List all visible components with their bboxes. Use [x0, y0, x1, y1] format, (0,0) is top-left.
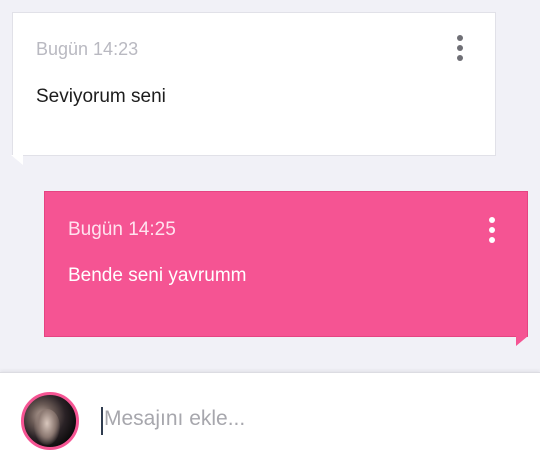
- more-vertical-icon[interactable]: [487, 217, 497, 243]
- message-timestamp: Bugün 14:25: [68, 219, 176, 240]
- menu-dot: [457, 35, 463, 41]
- chat-thread: Bugün 14:23 Seviyorum seni Bugün 14:25 B…: [0, 0, 540, 372]
- message-text: Seviyorum seni: [36, 86, 166, 107]
- message-composer: [0, 372, 540, 460]
- message-timestamp: Bugün 14:23: [36, 39, 139, 59]
- user-avatar[interactable]: [21, 392, 79, 450]
- message-text: Bende seni yavrumm: [68, 265, 247, 286]
- message-input[interactable]: [100, 403, 500, 435]
- text-cursor: [101, 407, 103, 435]
- message-bubble-incoming[interactable]: Bugün 14:23 Seviyorum seni: [11, 12, 496, 165]
- menu-dot: [457, 45, 463, 51]
- menu-dot: [457, 55, 463, 61]
- menu-dot: [489, 237, 495, 243]
- message-bubble-outgoing[interactable]: Bugün 14:25 Bende seni yavrumm: [44, 191, 528, 346]
- more-vertical-icon[interactable]: [455, 35, 465, 61]
- menu-dot: [489, 217, 495, 223]
- menu-dot: [489, 227, 495, 233]
